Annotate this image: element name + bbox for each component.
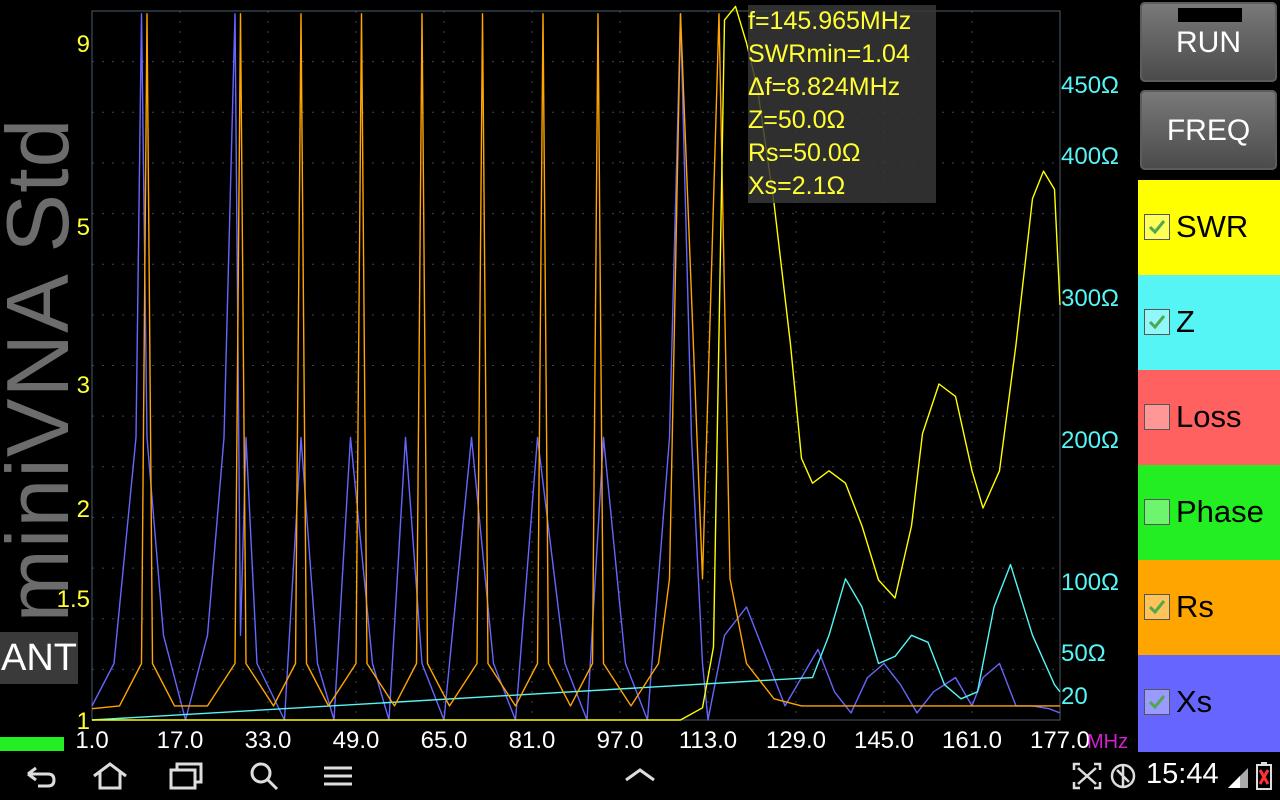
x-tick-label: 129.0 xyxy=(766,727,826,752)
ant-mode-button[interactable]: ANT xyxy=(0,632,78,684)
x-tick-label: 145.0 xyxy=(854,727,914,752)
back-icon[interactable] xyxy=(20,760,60,792)
gps-status-icon xyxy=(1110,763,1136,789)
loss-checkbox[interactable] xyxy=(1144,404,1170,430)
x-tick-label: 17.0 xyxy=(157,727,204,752)
x-tick-label: 113.0 xyxy=(679,727,737,752)
device-brand-watermark: miniVNA Std xyxy=(0,117,87,623)
run-status-indicator xyxy=(1178,8,1242,22)
x-tick-label: 161.0 xyxy=(942,727,1002,752)
phase-checkbox[interactable] xyxy=(1144,499,1170,525)
app-window: 1.0 17.0 33.0 49.0 65.0 81.0 97.0 113.0 129.0 145… xyxy=(0,0,1280,752)
info-impedance: Z=50.0Ω xyxy=(748,106,846,134)
left-tick-label: 9 xyxy=(77,31,90,58)
x-axis-ticks: 1.0 17.0 33.0 49.0 65.0 81.0 97.0 113.0 129.0 145… xyxy=(75,727,1090,752)
x-tick-label: 81.0 xyxy=(509,727,556,752)
info-delta-f: Δf=8.824MHz xyxy=(748,73,901,101)
z-checkbox[interactable] xyxy=(1144,309,1170,335)
left-tick-label: 1 xyxy=(77,708,90,735)
swr-checkbox[interactable] xyxy=(1144,214,1170,240)
battery-icon xyxy=(1256,762,1272,790)
rs-checkbox[interactable] xyxy=(1144,594,1170,620)
trace-toggle-z[interactable]: Z xyxy=(1138,275,1280,370)
trace-toggle-rs[interactable]: Rs xyxy=(1138,560,1280,655)
trace-label-phase: Phase xyxy=(1176,494,1264,529)
home-icon[interactable] xyxy=(90,760,130,792)
info-xs: Xs=2.1Ω xyxy=(748,172,846,200)
trace-toggle-swr[interactable]: SWR xyxy=(1138,180,1280,275)
trace-label-swr: SWR xyxy=(1176,209,1249,244)
x-tick-label: 97.0 xyxy=(597,727,644,752)
trace-label-z: Z xyxy=(1176,304,1195,339)
freq-button-label: FREQ xyxy=(1166,114,1251,147)
search-icon[interactable] xyxy=(245,760,285,792)
right-axis-ticks: 450Ω 400Ω 300Ω 200Ω 100Ω 50Ω 20 xyxy=(1061,72,1119,710)
freq-button[interactable]: FREQ xyxy=(1140,90,1277,170)
x-tick-label: 33.0 xyxy=(245,727,292,752)
run-button[interactable]: RUN xyxy=(1140,2,1277,82)
x-tick-label: 177.0 xyxy=(1030,727,1090,752)
info-rs: Rs=50.0Ω xyxy=(748,139,861,167)
status-clock: 15:44 xyxy=(1146,758,1219,790)
right-tick-label: 400Ω xyxy=(1061,143,1119,170)
x-tick-label: 65.0 xyxy=(421,727,468,752)
trace-toggle-xs[interactable]: Xs xyxy=(1138,655,1280,752)
menu-icon[interactable] xyxy=(318,760,358,792)
fullscreen-icon[interactable] xyxy=(1070,760,1104,792)
right-tick-label: 450Ω xyxy=(1061,72,1119,99)
signal-strength-icon xyxy=(1228,768,1248,788)
chart[interactable]: 1.0 17.0 33.0 49.0 65.0 81.0 97.0 113.0 129.0 145… xyxy=(0,0,1138,752)
right-tick-label: 50Ω xyxy=(1061,640,1106,667)
right-tick-label: 200Ω xyxy=(1061,427,1119,454)
trace-toggle-loss[interactable]: Loss xyxy=(1138,370,1280,465)
right-tick-label: 300Ω xyxy=(1061,285,1119,312)
chevron-up-icon[interactable] xyxy=(620,760,660,792)
right-tick-label: 100Ω xyxy=(1061,569,1119,596)
trace-label-xs: Xs xyxy=(1176,684,1213,719)
trace-label-loss: Loss xyxy=(1176,399,1242,434)
xs-checkbox[interactable] xyxy=(1144,689,1170,715)
trace-toggle-phase[interactable]: Phase xyxy=(1138,465,1280,560)
android-navigation-bar: 15:44 xyxy=(0,752,1280,800)
right-tick-label: 20 xyxy=(1061,683,1088,710)
x-tick-label: 49.0 xyxy=(333,727,380,752)
marker-info-panel: f=145.965MHz SWRmin=1.04 Δf=8.824MHz Z=5… xyxy=(748,5,936,203)
info-frequency: f=145.965MHz xyxy=(748,7,912,35)
x-axis-unit: MHz xyxy=(1087,731,1128,752)
info-swr-min: SWRmin=1.04 xyxy=(748,40,910,68)
recent-apps-icon[interactable] xyxy=(165,760,205,792)
progress-indicator xyxy=(0,737,64,751)
trace-label-rs: Rs xyxy=(1176,589,1214,624)
